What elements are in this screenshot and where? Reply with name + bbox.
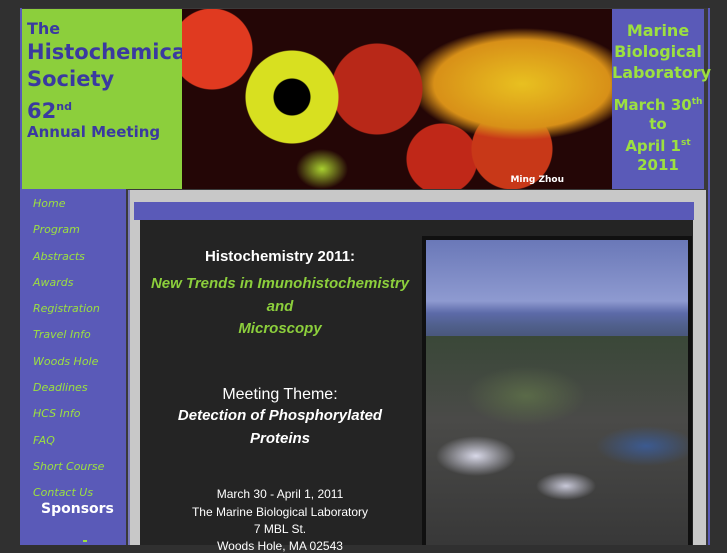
theme-label: Meeting Theme: bbox=[222, 386, 338, 403]
nav-faq[interactable]: FAQ bbox=[22, 426, 126, 452]
date-start-suffix: th bbox=[691, 97, 703, 107]
sponsor-logo-fragment bbox=[83, 540, 87, 542]
nav-abstracts[interactable]: Abstracts bbox=[22, 242, 126, 268]
microscopy-banner-image: Ming Zhou bbox=[182, 9, 612, 189]
title-number: 62nd bbox=[27, 93, 193, 125]
header-banner: The Histochemical Society 62nd Annual Me… bbox=[22, 9, 712, 189]
title-society: Society bbox=[27, 67, 115, 91]
date-line: March 30th bbox=[612, 93, 704, 115]
nav-home[interactable]: Home bbox=[22, 189, 126, 215]
title-number-value: 62 bbox=[27, 99, 57, 123]
photo-town bbox=[426, 336, 688, 545]
title-annual-meeting: Annual Meeting bbox=[27, 123, 161, 141]
date-year: 2011 bbox=[637, 156, 679, 174]
venue-date-box: Marine Biological Laboratory March 30th … bbox=[612, 9, 712, 189]
woods-hole-aerial-photo bbox=[422, 236, 692, 545]
meeting-dates: March 30th to April 1st 2011 bbox=[612, 93, 704, 175]
venue-name: Marine Biological Laboratory bbox=[612, 20, 712, 83]
photo-credit: Ming Zhou bbox=[510, 175, 564, 185]
subtitle-line: and bbox=[266, 298, 294, 315]
title-histochemical: Histochemical bbox=[27, 40, 194, 64]
nav-travel-info[interactable]: Travel Info bbox=[22, 320, 126, 346]
nav-awards[interactable]: Awards bbox=[22, 268, 126, 294]
site-title-box: The Histochemical Society 62nd Annual Me… bbox=[22, 9, 193, 189]
date-to: to bbox=[649, 115, 667, 133]
subtitle-line: New Trends in Imunohistochemistry bbox=[150, 275, 410, 292]
nav-short-course[interactable]: Short Course bbox=[22, 452, 126, 478]
venue-line: Marine bbox=[626, 21, 690, 40]
address-line: 7 MBL St. bbox=[253, 522, 307, 536]
title-number-suffix: nd bbox=[56, 100, 72, 113]
theme-line: Proteins bbox=[249, 430, 310, 447]
theme-line: Detection of Phosphorylated bbox=[177, 407, 383, 424]
date-line: April 1st bbox=[612, 134, 704, 156]
venue-line: Laboratory bbox=[612, 63, 712, 82]
nav-program[interactable]: Program bbox=[22, 215, 126, 241]
meeting-dates-text: March 30 - April 1, 2011 bbox=[216, 487, 344, 501]
venue-text: The Marine Biological Laboratory bbox=[191, 505, 369, 519]
title-the: The bbox=[27, 19, 61, 38]
address-line: Woods Hole, MA 02543 bbox=[217, 539, 343, 553]
sidebar-nav: Home Program Abstracts Awards Registrati… bbox=[22, 189, 126, 545]
main-top-bar bbox=[134, 202, 694, 220]
subtitle-line: Microscopy bbox=[238, 320, 322, 337]
nav-woods-hole[interactable]: Woods Hole bbox=[22, 347, 126, 373]
venue-line: Biological bbox=[614, 42, 702, 61]
nav-hcs-info[interactable]: HCS Info bbox=[22, 399, 126, 425]
date-end: April 1 bbox=[625, 137, 681, 155]
date-end-suffix: st bbox=[681, 138, 691, 148]
conference-heading: Histochemistry 2011: bbox=[204, 248, 356, 265]
nav-registration[interactable]: Registration bbox=[22, 294, 126, 320]
title-main: Histochemical Society 62nd bbox=[27, 39, 193, 125]
nav-deadlines[interactable]: Deadlines bbox=[22, 373, 126, 399]
date-start: March 30 bbox=[613, 96, 692, 114]
